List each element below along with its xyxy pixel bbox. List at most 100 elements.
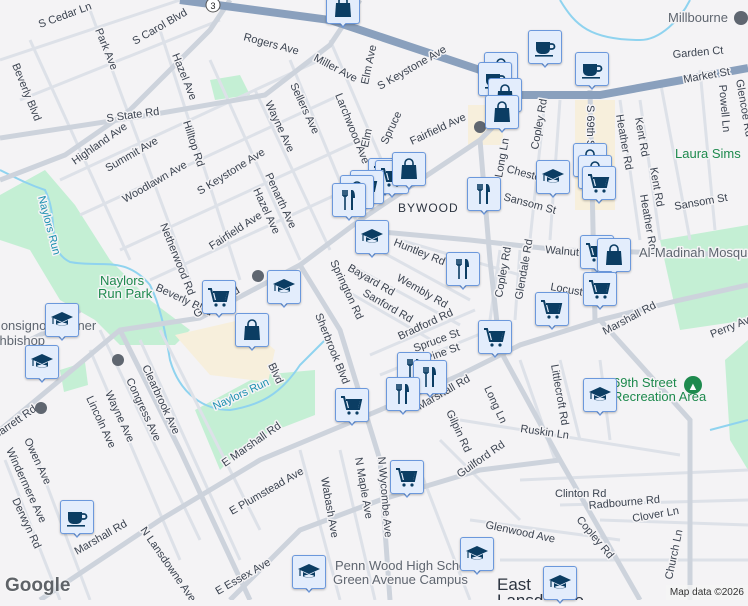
route-shield-label: 3 <box>210 1 215 11</box>
street-label: Heather Rd <box>613 113 635 170</box>
restaurant-icon <box>423 367 436 387</box>
marker-tail-fill <box>36 374 48 381</box>
marker-tail-fill <box>496 124 508 131</box>
marker-tail-fill <box>457 281 469 288</box>
marker-tail-fill <box>424 389 436 396</box>
marker-tail-fill <box>594 301 606 308</box>
street-label: Church Ln <box>663 528 685 580</box>
street-label: Elm Ave <box>359 44 379 86</box>
shopping-icon <box>401 158 417 179</box>
school-marker[interactable] <box>45 303 79 343</box>
shopping-marker[interactable] <box>235 313 269 353</box>
grocery-marker[interactable] <box>202 280 236 320</box>
street-label: Wayne Ave <box>262 99 296 154</box>
map-attribution[interactable]: Map data ©2026 <box>665 585 748 600</box>
marker-tail-fill <box>489 349 501 356</box>
shopping-icon <box>606 244 622 265</box>
street-label: Miller Ave <box>312 52 360 85</box>
restaurant-marker[interactable] <box>332 183 366 223</box>
school-icon <box>273 279 295 293</box>
school-icon <box>361 229 383 243</box>
grocery-marker[interactable] <box>535 292 569 332</box>
school-marker[interactable] <box>460 537 494 577</box>
marker-tail-fill <box>478 206 490 213</box>
school-icon <box>589 387 611 401</box>
marker-tail-fill <box>547 189 559 196</box>
school-marker[interactable] <box>25 345 59 385</box>
street-label: Glencoe Rd <box>733 78 748 137</box>
street-label: Fairfield Ave <box>408 111 468 147</box>
marker-tail-fill <box>343 212 355 219</box>
school-icon <box>51 312 73 326</box>
street-label: Rogers Ave <box>242 31 300 57</box>
park-label: Run Park <box>98 286 153 301</box>
marker-tail-fill <box>397 406 409 413</box>
school-icon <box>549 575 571 589</box>
restaurant-icon <box>477 184 490 204</box>
street-label: Park Ave <box>92 27 120 72</box>
grocery-icon <box>341 396 363 415</box>
shopping-icon <box>244 319 260 340</box>
coffee-marker[interactable] <box>575 52 609 92</box>
school-marker[interactable] <box>543 566 577 606</box>
shopping-marker[interactable] <box>392 152 426 192</box>
coffee-marker[interactable] <box>528 30 562 70</box>
marker-tail-fill <box>546 321 558 328</box>
street-label: N Lansdowne Ave <box>138 525 199 600</box>
street-label: Woodlawn Ave <box>121 159 190 206</box>
school-icon <box>31 354 53 368</box>
park-label: Laura Sims <box>675 146 741 161</box>
coffee-icon <box>67 512 88 527</box>
shopping-marker[interactable] <box>485 95 519 135</box>
svg-text:▲: ▲ <box>688 381 699 393</box>
grocery-marker[interactable] <box>335 388 369 428</box>
grocery-icon <box>541 300 563 319</box>
google-logo[interactable]: Google <box>5 575 70 597</box>
street-label: Glenwood Ave <box>484 519 556 545</box>
marker-tail-fill <box>337 19 349 26</box>
marker-tail-fill <box>401 489 413 496</box>
place-label: BYWOOD <box>398 201 459 215</box>
marker-tail-fill <box>56 332 68 339</box>
school-icon <box>298 564 320 578</box>
school-marker[interactable] <box>355 220 389 260</box>
coffee-marker[interactable] <box>60 500 94 540</box>
school-marker[interactable] <box>536 160 570 200</box>
park-label: 69th Street <box>613 375 677 390</box>
restaurant-icon <box>456 259 469 279</box>
restaurant-marker[interactable] <box>386 377 420 417</box>
restaurant-marker[interactable] <box>446 252 480 292</box>
school-marker[interactable] <box>267 270 301 310</box>
marker-tail-fill <box>213 309 225 316</box>
street-label: S Cedar Ln <box>37 1 93 31</box>
street-label: Long Ln <box>481 384 509 425</box>
restaurant-marker[interactable] <box>467 177 501 217</box>
grocery-marker[interactable] <box>478 320 512 360</box>
school-icon <box>466 546 488 560</box>
marker-tail-fill <box>303 584 315 591</box>
grocery-marker[interactable] <box>582 166 616 206</box>
restaurant-icon <box>396 384 409 404</box>
grocery-icon <box>208 288 230 307</box>
poi-label: Green Avenue Campus <box>333 572 468 587</box>
grocery-marker[interactable] <box>583 272 617 312</box>
map-canvas[interactable]: 3 S Cedar LnPark Ave S Carol BlvdBeverly … <box>0 0 748 600</box>
coffee-icon <box>535 42 556 57</box>
marker-tail-fill <box>366 249 378 256</box>
marker-tail-fill <box>586 81 598 88</box>
marker-tail-fill <box>278 299 290 306</box>
school-marker[interactable] <box>583 378 617 418</box>
poi-label: Penn Wood High School <box>335 558 477 573</box>
restaurant-icon <box>342 190 355 210</box>
marker-tail-fill <box>403 181 415 188</box>
street-label: Sellers Ave <box>287 81 321 136</box>
school-marker[interactable] <box>292 555 326 595</box>
shopping-marker[interactable] <box>326 0 360 30</box>
street-label: Spruce <box>379 110 405 147</box>
marker-tail-fill <box>246 342 258 349</box>
street-label: Kent Rd <box>632 116 651 157</box>
grocery-marker[interactable] <box>390 460 424 500</box>
marker-tail-fill <box>471 566 483 573</box>
street-label: Ruskin Ln <box>520 423 570 442</box>
street-label: Market St <box>682 66 730 86</box>
